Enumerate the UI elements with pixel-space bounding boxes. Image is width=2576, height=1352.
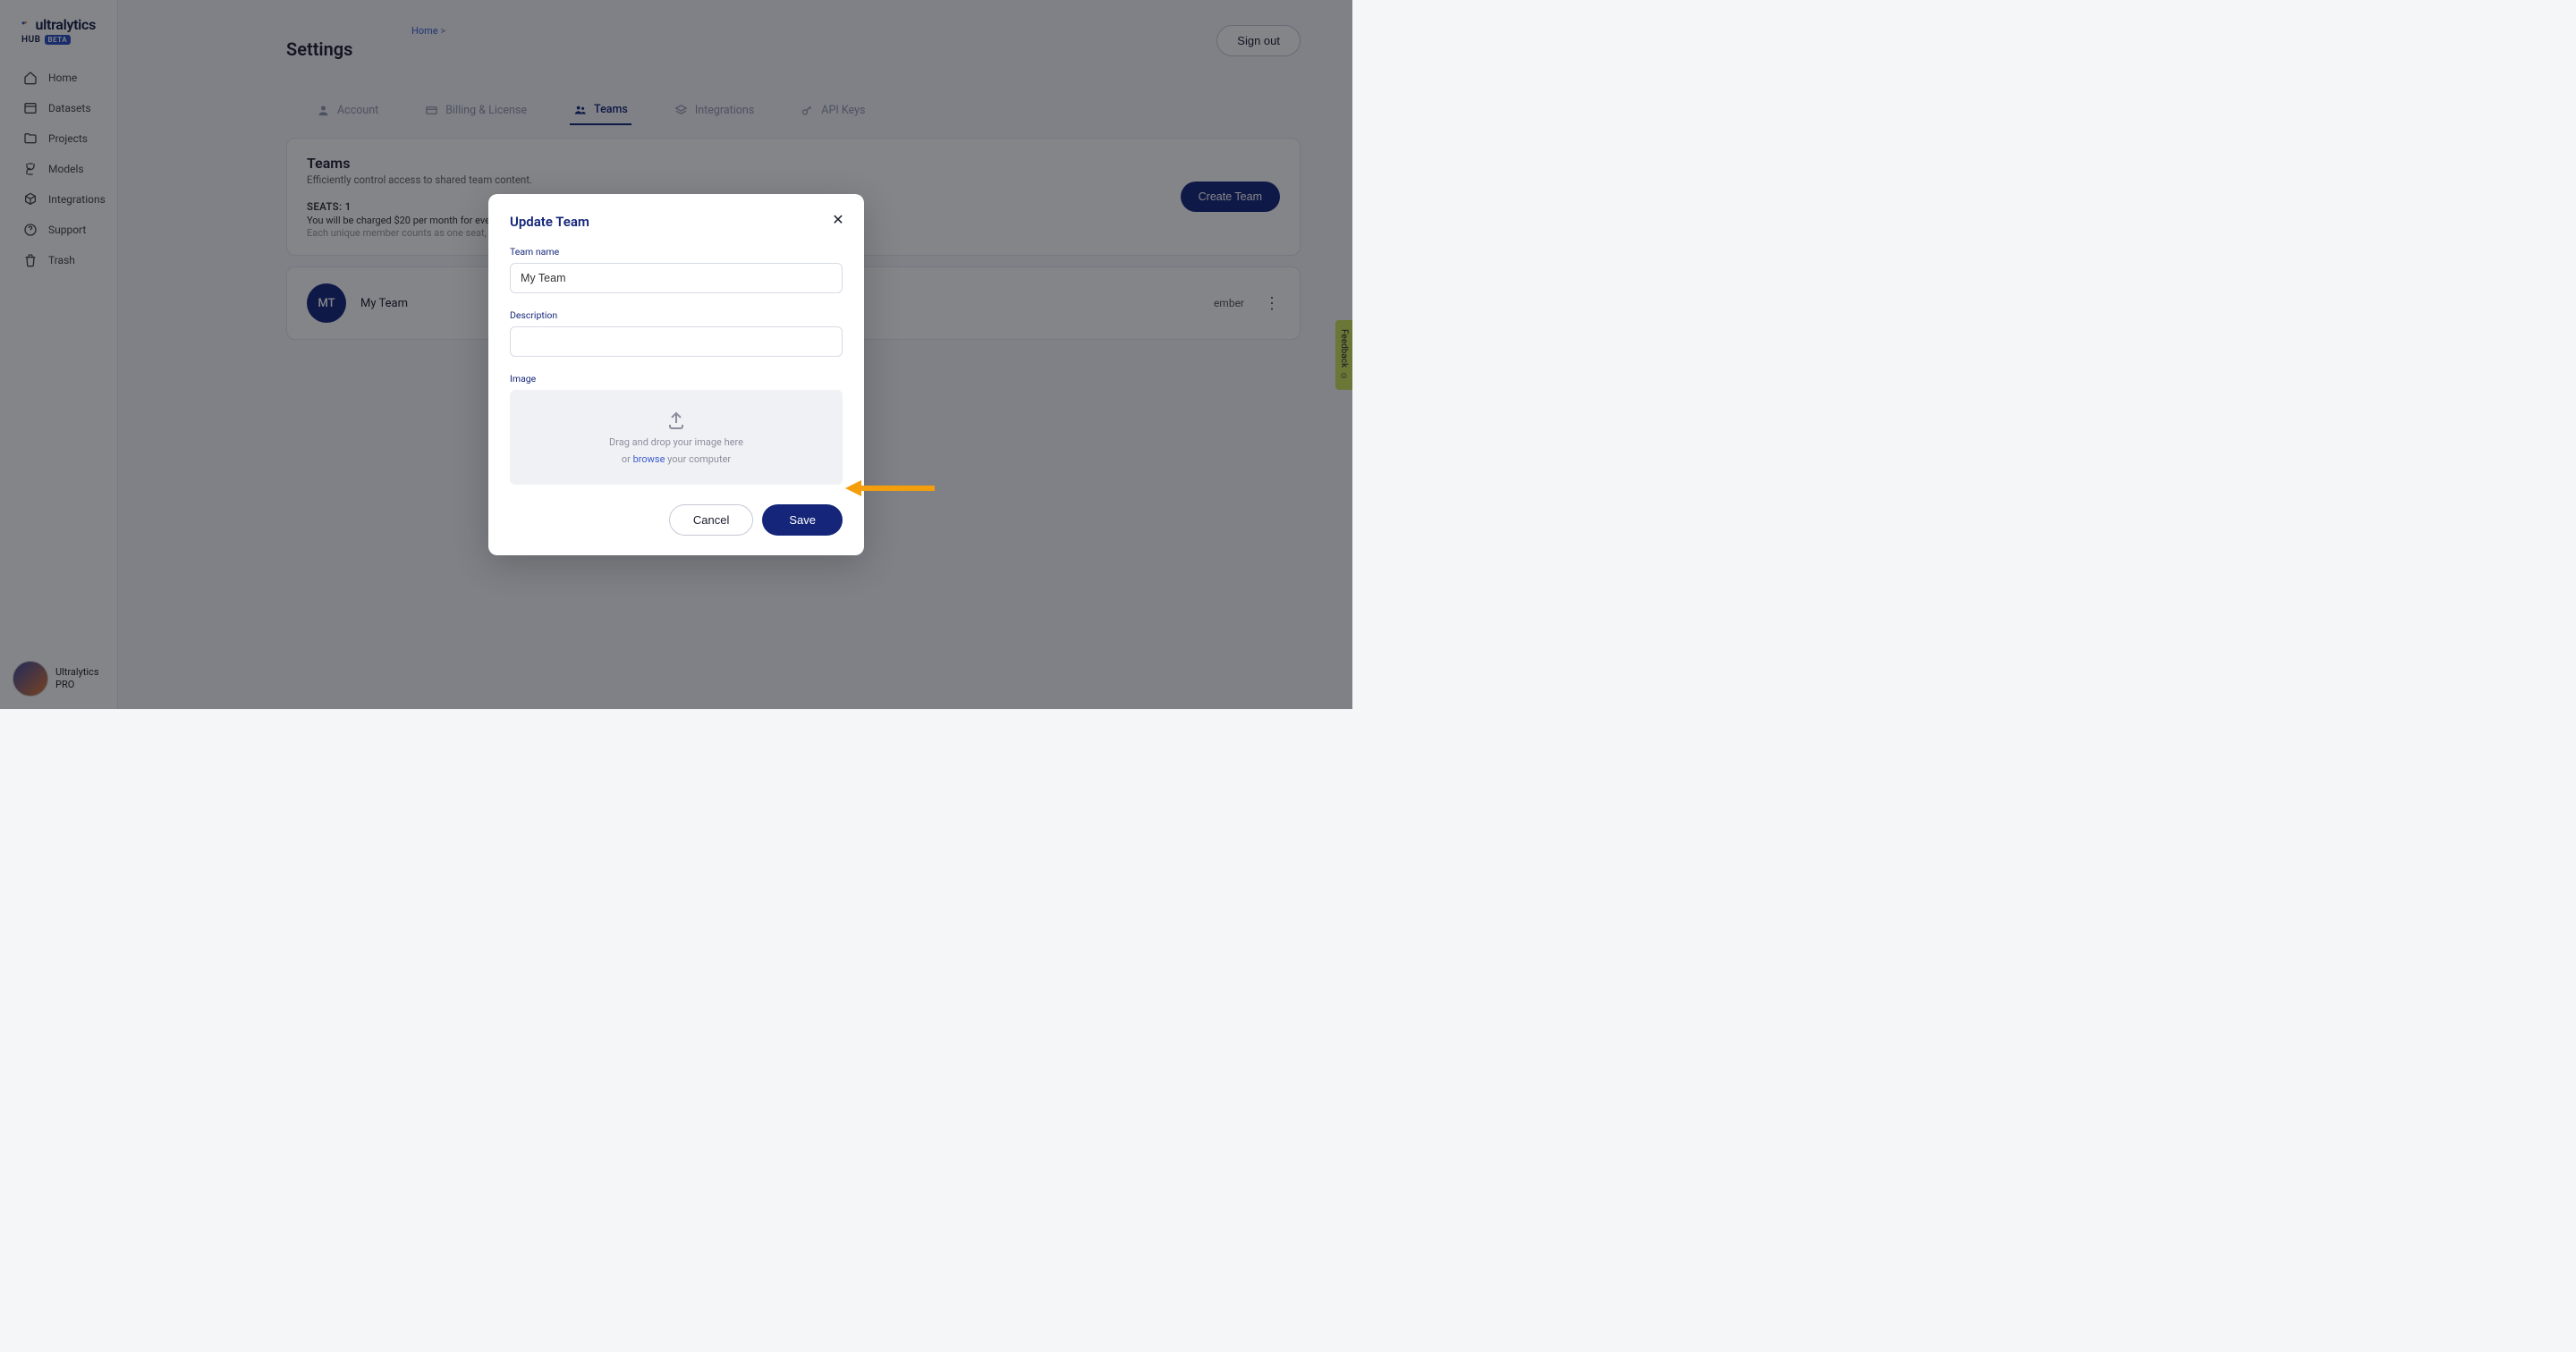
dropzone-line1: Drag and drop your image here	[609, 436, 743, 448]
description-input[interactable]	[510, 326, 843, 357]
image-label: Image	[510, 373, 843, 384]
close-icon[interactable]: ✕	[828, 210, 848, 230]
upload-icon	[665, 410, 687, 431]
update-team-modal: Update Team ✕ Team name Description Imag…	[488, 194, 864, 555]
team-name-input[interactable]	[510, 263, 843, 293]
modal-title: Update Team	[510, 214, 843, 230]
image-dropzone[interactable]: Drag and drop your image here or browse …	[510, 390, 843, 485]
save-button[interactable]: Save	[762, 504, 843, 536]
description-label: Description	[510, 309, 843, 321]
team-name-label: Team name	[510, 246, 843, 258]
browse-link[interactable]: browse	[633, 453, 665, 465]
cancel-button[interactable]: Cancel	[669, 504, 753, 536]
dropzone-line2: or browse your computer	[622, 453, 731, 465]
